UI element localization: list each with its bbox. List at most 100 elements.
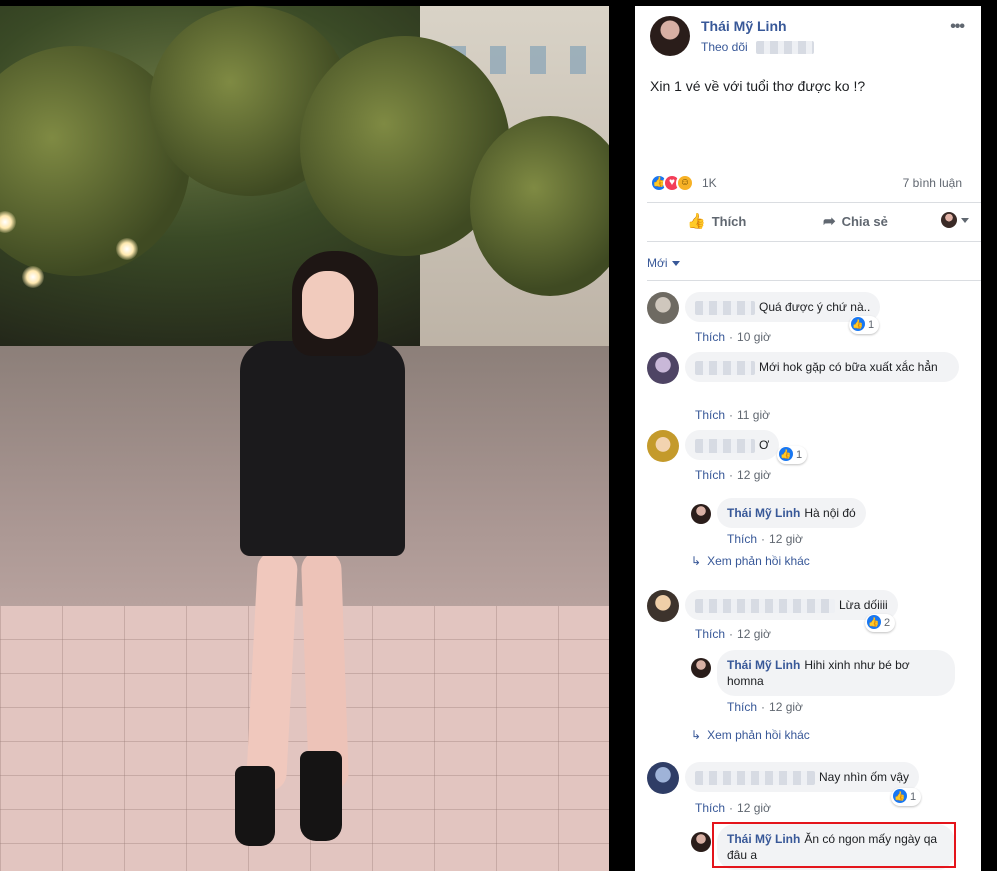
divider [647, 241, 981, 242]
photo-lamp [116, 238, 138, 260]
view-more-replies-link[interactable]: ↳ Xem phản hồi khác [691, 554, 810, 568]
comment-like-link[interactable]: Thích [695, 330, 725, 344]
comment-meta: Thích · 10 giờ [695, 330, 771, 344]
reply-author[interactable]: Thái Mỹ Linh [727, 506, 800, 520]
share-arrow-icon: ➦ [823, 213, 836, 230]
blurred-commenter-name[interactable] [695, 598, 835, 613]
like-mini-icon: 👍 [867, 615, 881, 629]
reaction-count[interactable]: 1K [702, 176, 717, 190]
reply-like-link[interactable]: Thích [727, 700, 757, 714]
reply-time[interactable]: 12 giờ [769, 532, 803, 546]
comment-like-link[interactable]: Thích [695, 627, 725, 641]
post-side-panel: Thái Mỹ Linh Theo dõi ••• Xin 1 vé về vớ… [635, 6, 981, 871]
comment-item: Mới hok gặp có bữa xuất xắc hẳn Thích · 11… [647, 352, 977, 422]
commenter-avatar[interactable] [647, 430, 679, 462]
comment-bubble: Mới hok gặp có bữa xuất xắc hẳn [685, 352, 959, 382]
comment-like-link[interactable]: Thích [695, 801, 725, 815]
comment-item: Ơ 👍 1 Thích · 12 giờ [647, 430, 977, 482]
share-button-label: Chia sẻ [841, 214, 888, 229]
author-name[interactable]: Thái Mỹ Linh [701, 18, 787, 34]
comment-like-link[interactable]: Thích [695, 468, 725, 482]
thumbs-up-icon: 👍 [687, 213, 706, 230]
blurred-commenter-name[interactable] [695, 300, 755, 315]
like-mini-icon: 👍 [851, 317, 865, 331]
author-avatar[interactable] [650, 16, 690, 56]
comment-text: Ơ [759, 438, 770, 452]
like-button[interactable]: 👍 Thích [687, 212, 746, 230]
reply-author-avatar[interactable] [691, 504, 711, 524]
caret-down-icon [671, 261, 680, 267]
reply-arrow-icon: ↳ [691, 554, 702, 568]
post-photo[interactable] [0, 6, 609, 871]
blurred-commenter-name[interactable] [695, 438, 755, 453]
blurred-commenter-name[interactable] [695, 770, 815, 785]
comment-meta: Thích · 11 giờ [695, 408, 771, 422]
reactions-bar[interactable]: 👍 ♥ ☺ 1K 7 bình luận [650, 174, 980, 194]
follow-label[interactable]: Theo dõi [701, 40, 748, 54]
viewer-gap [609, 0, 635, 871]
commenter-avatar[interactable] [647, 292, 679, 324]
reply-author[interactable]: Thái Mỹ Linh [727, 658, 800, 672]
reply-meta: Thích · 12 giờ [727, 532, 803, 546]
reply-bubble: Thái Mỹ Linh Hà nội đó [717, 498, 866, 528]
comment-like-badge[interactable]: 👍 1 [849, 316, 880, 334]
reply-author-avatar[interactable] [691, 832, 711, 852]
scroll-track[interactable] [981, 0, 997, 871]
reply-meta: Thích · 12 giờ [727, 700, 803, 714]
comment-bubble: Nay nhìn ốm vậy [685, 762, 920, 792]
reply-text: Hà nội đó [804, 506, 856, 520]
comment-time[interactable]: 12 giờ [737, 801, 771, 815]
comment-bubble: Ơ [685, 430, 780, 460]
haha-reaction-icon: ☺ [676, 174, 694, 192]
reply-item: Thái Mỹ Linh Hà nội đó Thích · 12 giờ [691, 498, 977, 546]
reply-author-avatar[interactable] [691, 658, 711, 678]
post-text: Xin 1 vé về với tuổi thơ được ko !? [650, 78, 866, 94]
comment-meta: Thích · 12 giờ [695, 468, 771, 482]
highlight-box [712, 822, 956, 868]
reply-like-link[interactable]: Thích [727, 532, 757, 546]
comment-time[interactable]: 12 giờ [737, 627, 771, 641]
comment-time[interactable]: 12 giờ [737, 468, 771, 482]
comment-text: Nay nhìn ốm vậy [819, 770, 910, 784]
comment-like-badge[interactable]: 👍 1 [777, 446, 808, 464]
comment-meta: Thích · 12 giờ [695, 627, 771, 641]
comment-meta: Thích · 12 giờ [695, 801, 771, 815]
audience-selector[interactable] [941, 212, 969, 228]
follow-link[interactable]: Theo dõi [701, 40, 814, 55]
post-header: Thái Mỹ Linh Theo dõi ••• [650, 16, 970, 58]
comment-like-badge[interactable]: 👍 1 [891, 788, 922, 806]
like-button-label: Thích [711, 214, 747, 229]
more-horizontal-icon[interactable]: ••• [950, 18, 965, 36]
comment-item: Lừa dốiiii 👍 2 Thích · 12 giờ [647, 590, 977, 641]
reply-time[interactable]: 12 giờ [769, 700, 803, 714]
commenter-avatar[interactable] [647, 590, 679, 622]
like-mini-icon: 👍 [779, 447, 793, 461]
comment-count[interactable]: 7 bình luận [903, 176, 962, 190]
share-button[interactable]: ➦ Chia sẻ [823, 212, 888, 230]
comment-item: Quá được ý chứ nà.. 👍 1 Thích · 10 giờ [647, 292, 977, 344]
blurred-commenter-name[interactable] [695, 360, 755, 375]
commenter-avatar[interactable] [647, 762, 679, 794]
commenter-avatar[interactable] [647, 352, 679, 384]
comment-time[interactable]: 11 giờ [737, 408, 770, 422]
comment-like-badge[interactable]: 👍 2 [865, 614, 896, 632]
comment-text: Quá được ý chứ nà.. [759, 300, 871, 314]
comment-time[interactable]: 10 giờ [737, 330, 771, 344]
comment-sort-dropdown[interactable]: Mới [647, 256, 680, 270]
reply-arrow-icon: ↳ [691, 728, 702, 742]
view-more-replies-link[interactable]: ↳ Xem phản hồi khác [691, 728, 810, 742]
caret-down-icon [961, 217, 969, 223]
divider [647, 202, 981, 203]
reply-item: Thái Mỹ Linh Hihi xinh như bé bơ homna Th… [691, 650, 981, 720]
sort-label: Mới [647, 256, 668, 270]
comment-bubble: Lừa dốiiii [685, 590, 898, 620]
post-actions: 👍 Thích ➦ Chia sẻ [635, 206, 981, 238]
comment-like-link[interactable]: Thích [695, 408, 725, 422]
comment-item: Nay nhìn ốm vậy 👍 1 Thích · 12 giờ [647, 762, 977, 816]
commenter-avatar [941, 212, 957, 228]
reply-bubble: Thái Mỹ Linh Hihi xinh như bé bơ homna [717, 650, 955, 696]
blurred-text [755, 41, 814, 55]
divider [647, 280, 981, 281]
like-mini-icon: 👍 [893, 789, 907, 803]
comment-text: Mới hok gặp có bữa xuất xắc hẳn [759, 360, 938, 374]
